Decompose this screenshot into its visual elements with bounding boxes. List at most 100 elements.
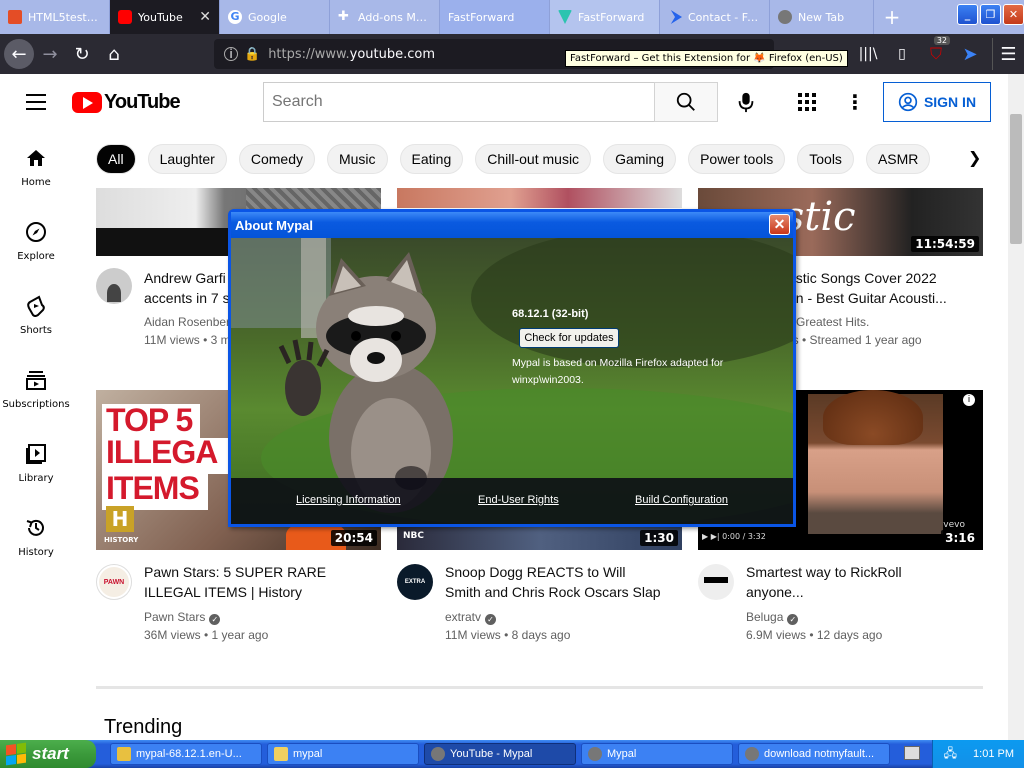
sign-in-button[interactable]: SIGN IN xyxy=(883,82,991,122)
channel-avatar[interactable]: PAWN xyxy=(96,564,132,600)
nav-home[interactable]: Home xyxy=(0,130,72,204)
video-title[interactable]: ustic Songs Cover 2022 on - Best Guitar … xyxy=(788,268,947,308)
info-icon[interactable]: i xyxy=(963,394,975,406)
package-icon xyxy=(117,747,131,761)
fastforward-icon xyxy=(558,10,572,24)
tab-addons[interactable]: ✚ Add-ons Mana xyxy=(330,0,440,34)
start-button[interactable]: start xyxy=(0,740,96,768)
taskbar-label: Mypal xyxy=(607,748,637,760)
taskbar-label: mypal xyxy=(293,748,323,760)
page-scrollbar[interactable] xyxy=(1008,74,1024,740)
chip-power-tools[interactable]: Power tools xyxy=(688,144,786,174)
video-duration: 1:30 xyxy=(640,530,678,546)
chip-gaming[interactable]: Gaming xyxy=(603,144,677,174)
channel-avatar[interactable]: EXTRA xyxy=(397,564,433,600)
left-nav: Home Explore Shorts Subscriptions Librar… xyxy=(0,130,72,740)
end-user-rights-link[interactable]: End-User Rights xyxy=(478,494,559,506)
minimize-button[interactable]: _ xyxy=(957,4,978,25)
build-configuration-link[interactable]: Build Configuration xyxy=(635,494,728,506)
youtube-header: YouTube ⋮ SIGN IN xyxy=(0,74,1024,130)
video-title[interactable]: Smartest way to RickRoll anyone... xyxy=(746,562,902,602)
video-title[interactable]: Snoop Dogg REACTS to Will Smith and Chri… xyxy=(445,562,661,602)
tab-label: New Tab xyxy=(798,10,845,24)
chip-all[interactable]: All xyxy=(96,144,136,174)
section-title: Trending xyxy=(104,716,183,738)
search-input[interactable] xyxy=(263,82,655,122)
thumbnail-brand: vevo xyxy=(943,520,965,530)
tab-contact-fastforward[interactable]: Contact - Fast xyxy=(660,0,770,34)
video-title[interactable]: Pawn Stars: 5 SUPER RARE ILLEGAL ITEMS |… xyxy=(144,562,326,602)
subscriptions-icon xyxy=(25,369,47,391)
taskbar-item-mypal[interactable]: Mypal xyxy=(581,743,733,765)
fastforward-extension-icon[interactable]: ➤ xyxy=(954,38,986,70)
nav-subscriptions[interactable]: Subscriptions xyxy=(0,352,72,426)
chevron-right-icon[interactable]: ❯ xyxy=(968,148,981,167)
chip-eating[interactable]: Eating xyxy=(399,144,464,174)
network-icon[interactable]: 🖧 xyxy=(944,744,957,765)
nav-shorts[interactable]: Shorts xyxy=(0,278,72,352)
home-button[interactable]: ⌂ xyxy=(98,38,130,70)
licensing-information-link[interactable]: Licensing Information xyxy=(296,494,401,506)
channel-avatar[interactable] xyxy=(96,268,132,304)
tab-new-tab[interactable]: New Tab xyxy=(770,0,874,34)
close-tab-icon[interactable]: ✕ xyxy=(199,9,211,25)
hamburger-menu-icon[interactable] xyxy=(26,94,46,110)
tab-fastforward-2[interactable]: FastForward xyxy=(550,0,660,34)
sidebar-icon[interactable]: ▯ xyxy=(886,38,918,70)
scrollbar-thumb[interactable] xyxy=(1010,114,1022,244)
chip-laughter[interactable]: Laughter xyxy=(147,144,227,174)
dialog-title-bar[interactable]: About Mypal ✕ xyxy=(231,212,793,238)
channel-name[interactable]: Aidan Rosenber xyxy=(144,313,231,331)
tab-fastforward-1[interactable]: FastForward xyxy=(440,0,550,34)
view-count: ws • Streamed 1 year ago xyxy=(784,333,922,347)
maximize-button[interactable]: ❐ xyxy=(980,4,1001,25)
chip-comedy[interactable]: Comedy xyxy=(238,144,315,174)
channel-name[interactable]: Pawn Stars xyxy=(144,610,205,624)
back-button[interactable]: ← xyxy=(4,39,34,69)
channel-name[interactable]: extratv xyxy=(445,610,481,624)
title-line: on - Best Guitar Acousti... xyxy=(788,290,947,306)
google-icon: G xyxy=(228,10,242,24)
video-thumbnail[interactable] xyxy=(397,188,682,208)
channel-name[interactable]: Greatest Hits. xyxy=(796,313,922,331)
new-tab-button[interactable]: + xyxy=(874,0,910,34)
channel-name[interactable]: Beluga xyxy=(746,610,783,624)
tab-label: Add-ons Mana xyxy=(358,10,431,24)
more-options-icon[interactable]: ⋮ xyxy=(843,90,867,114)
nav-label: Library xyxy=(18,472,54,484)
nav-explore[interactable]: Explore xyxy=(0,204,72,278)
tab-html5test[interactable]: HTML5test - H xyxy=(0,0,110,34)
tab-google[interactable]: G Google xyxy=(220,0,330,34)
ublock-icon[interactable]: ⛉ 32 xyxy=(920,36,952,70)
youtube-logo[interactable]: YouTube xyxy=(72,91,181,114)
tab-youtube[interactable]: YouTube ✕ xyxy=(110,0,220,34)
chip-tools[interactable]: Tools xyxy=(797,144,854,174)
start-label: start xyxy=(32,744,69,763)
close-window-button[interactable]: ✕ xyxy=(1003,4,1024,25)
library-icon[interactable]: |||\ xyxy=(852,38,884,70)
dialog-close-button[interactable]: ✕ xyxy=(769,214,790,235)
taskbar-item-youtube-mypal[interactable]: YouTube - Mypal xyxy=(424,743,576,765)
microphone-icon[interactable] xyxy=(734,90,758,114)
nav-label: Shorts xyxy=(19,324,53,336)
chip-chill-out-music[interactable]: Chill-out music xyxy=(475,144,592,174)
video-title[interactable]: Andrew Garfi accents in 7 s xyxy=(144,268,230,308)
check-for-updates-button[interactable]: Check for updates xyxy=(519,328,619,348)
reload-button[interactable]: ↻ xyxy=(66,38,98,70)
info-icon[interactable]: i xyxy=(224,47,238,61)
forward-button[interactable]: → xyxy=(34,38,66,70)
taskbar-item-download[interactable]: download notmyfault... xyxy=(738,743,890,765)
keyboard-icon[interactable] xyxy=(904,746,920,760)
taskbar-item-installer[interactable]: mypal-68.12.1.en-U... xyxy=(110,743,262,765)
taskbar-item-folder[interactable]: mypal xyxy=(267,743,419,765)
video-thumbnail[interactable]: NBC 1:30 xyxy=(397,527,682,550)
chip-music[interactable]: Music xyxy=(326,144,388,174)
nav-history[interactable]: History xyxy=(0,500,72,574)
nav-library[interactable]: Library xyxy=(0,426,72,500)
channel-avatar[interactable] xyxy=(698,564,734,600)
avatar-text: PAWN xyxy=(99,567,129,597)
menu-icon[interactable]: ☰ xyxy=(992,38,1024,70)
apps-grid-icon[interactable] xyxy=(795,90,819,114)
search-button[interactable] xyxy=(654,82,718,122)
chip-asmr[interactable]: ASMR xyxy=(865,144,931,174)
